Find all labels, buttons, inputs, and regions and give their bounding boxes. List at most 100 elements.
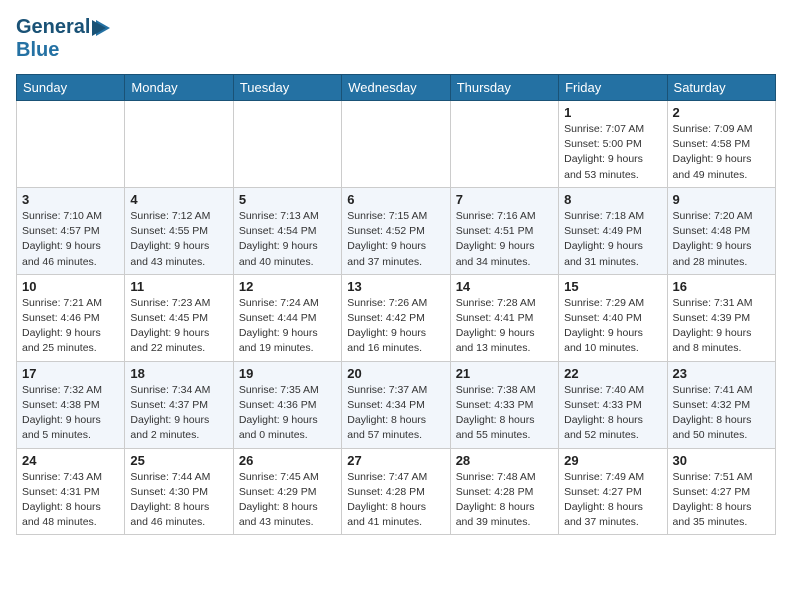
day-number: 2 bbox=[673, 105, 770, 120]
day-number: 27 bbox=[347, 453, 444, 468]
calendar-cell: 28Sunrise: 7:48 AMSunset: 4:28 PMDayligh… bbox=[450, 448, 558, 535]
day-info: Sunrise: 7:49 AMSunset: 4:27 PMDaylight:… bbox=[564, 470, 661, 531]
day-number: 14 bbox=[456, 279, 553, 294]
calendar-cell: 10 Sunrise: 7:21 AMSunset: 4:46 PMDayligh… bbox=[17, 274, 125, 361]
day-info: Sunrise: 7:47 AMSunset: 4:28 PMDaylight:… bbox=[347, 470, 444, 531]
calendar-header-friday: Friday bbox=[559, 75, 667, 101]
calendar-cell: 9 Sunrise: 7:20 AMSunset: 4:48 PMDaylight… bbox=[667, 187, 775, 274]
day-info: Sunrise: 7:43 AMSunset: 4:31 PMDaylight:… bbox=[22, 470, 119, 531]
day-info: Sunrise: 7:16 AMSunset: 4:51 PMDaylight:… bbox=[456, 209, 553, 270]
logo: General Blue bbox=[16, 16, 114, 62]
logo-text: General Blue bbox=[16, 16, 114, 62]
day-info: Sunrise: 7:21 AMSunset: 4:46 PMDaylight:… bbox=[22, 296, 119, 357]
day-info: Sunrise: 7:31 AMSunset: 4:39 PMDaylight:… bbox=[673, 296, 770, 357]
calendar-cell: 5Sunrise: 7:13 AMSunset: 4:54 PMDaylight… bbox=[233, 187, 341, 274]
calendar-cell: 24 Sunrise: 7:43 AMSunset: 4:31 PMDayligh… bbox=[17, 448, 125, 535]
calendar-header-row: SundayMondayTuesdayWednesdayThursdayFrid… bbox=[17, 75, 776, 101]
day-number: 9 bbox=[673, 192, 770, 207]
day-number: 21 bbox=[456, 366, 553, 381]
day-info: Sunrise: 7:28 AMSunset: 4:41 PMDaylight:… bbox=[456, 296, 553, 357]
day-info: Sunrise: 7:34 AMSunset: 4:37 PMDaylight:… bbox=[130, 383, 227, 444]
calendar-cell: 15Sunrise: 7:29 AMSunset: 4:40 PMDayligh… bbox=[559, 274, 667, 361]
day-number: 10 bbox=[22, 279, 119, 294]
day-number: 19 bbox=[239, 366, 336, 381]
calendar-cell: 2Sunrise: 7:09 AMSunset: 4:58 PMDaylight… bbox=[667, 101, 775, 188]
calendar-cell: 27 Sunrise: 7:47 AMSunset: 4:28 PMDayligh… bbox=[342, 448, 450, 535]
page: General Blue SundayMondayTuesdayWednesda… bbox=[0, 0, 792, 551]
day-info: Sunrise: 7:13 AMSunset: 4:54 PMDaylight:… bbox=[239, 209, 336, 270]
calendar-header-monday: Monday bbox=[125, 75, 233, 101]
day-info: Sunrise: 7:24 AMSunset: 4:44 PMDaylight:… bbox=[239, 296, 336, 357]
day-number: 11 bbox=[130, 279, 227, 294]
day-info: Sunrise: 7:45 AMSunset: 4:29 PMDaylight:… bbox=[239, 470, 336, 531]
day-info: Sunrise: 7:40 AMSunset: 4:33 PMDaylight:… bbox=[564, 383, 661, 444]
logo-arrow-icon bbox=[92, 20, 114, 36]
day-number: 3 bbox=[22, 192, 119, 207]
day-info: Sunrise: 7:41 AMSunset: 4:32 PMDaylight:… bbox=[673, 383, 770, 444]
day-info: Sunrise: 7:37 AMSunset: 4:34 PMDaylight:… bbox=[347, 383, 444, 444]
calendar-cell: 23 Sunrise: 7:41 AMSunset: 4:32 PMDayligh… bbox=[667, 361, 775, 448]
calendar-cell bbox=[17, 101, 125, 188]
day-info: Sunrise: 7:18 AMSunset: 4:49 PMDaylight:… bbox=[564, 209, 661, 270]
day-info: Sunrise: 7:51 AMSunset: 4:27 PMDaylight:… bbox=[673, 470, 770, 531]
day-info: Sunrise: 7:20 AMSunset: 4:48 PMDaylight:… bbox=[673, 209, 770, 270]
day-info: Sunrise: 7:15 AMSunset: 4:52 PMDaylight:… bbox=[347, 209, 444, 270]
calendar-cell: 6 Sunrise: 7:15 AMSunset: 4:52 PMDaylight… bbox=[342, 187, 450, 274]
day-info: Sunrise: 7:26 AMSunset: 4:42 PMDaylight:… bbox=[347, 296, 444, 357]
calendar-header-sunday: Sunday bbox=[17, 75, 125, 101]
day-number: 26 bbox=[239, 453, 336, 468]
day-number: 15 bbox=[564, 279, 661, 294]
day-number: 6 bbox=[347, 192, 444, 207]
calendar-cell: 21 Sunrise: 7:38 AMSunset: 4:33 PMDayligh… bbox=[450, 361, 558, 448]
day-number: 4 bbox=[130, 192, 227, 207]
calendar-cell: 26 Sunrise: 7:45 AMSunset: 4:29 PMDayligh… bbox=[233, 448, 341, 535]
day-number: 18 bbox=[130, 366, 227, 381]
calendar-cell: 7Sunrise: 7:16 AMSunset: 4:51 PMDaylight… bbox=[450, 187, 558, 274]
day-number: 24 bbox=[22, 453, 119, 468]
calendar-cell: 11 Sunrise: 7:23 AMSunset: 4:45 PMDayligh… bbox=[125, 274, 233, 361]
calendar-cell: 25Sunrise: 7:44 AMSunset: 4:30 PMDayligh… bbox=[125, 448, 233, 535]
header: General Blue bbox=[16, 16, 776, 62]
day-info: Sunrise: 7:35 AMSunset: 4:36 PMDaylight:… bbox=[239, 383, 336, 444]
day-info: Sunrise: 7:23 AMSunset: 4:45 PMDaylight:… bbox=[130, 296, 227, 357]
calendar-header-wednesday: Wednesday bbox=[342, 75, 450, 101]
calendar-cell: 1 Sunrise: 7:07 AMSunset: 5:00 PMDaylight… bbox=[559, 101, 667, 188]
calendar-cell: 3 Sunrise: 7:10 AMSunset: 4:57 PMDaylight… bbox=[17, 187, 125, 274]
day-number: 16 bbox=[673, 279, 770, 294]
day-number: 20 bbox=[347, 366, 444, 381]
day-info: Sunrise: 7:38 AMSunset: 4:33 PMDaylight:… bbox=[456, 383, 553, 444]
day-number: 23 bbox=[673, 366, 770, 381]
calendar-header-saturday: Saturday bbox=[667, 75, 775, 101]
calendar-week-row-3: 17Sunrise: 7:32 AMSunset: 4:38 PMDayligh… bbox=[17, 361, 776, 448]
calendar-cell bbox=[233, 101, 341, 188]
calendar-cell: 30Sunrise: 7:51 AMSunset: 4:27 PMDayligh… bbox=[667, 448, 775, 535]
calendar-week-row-4: 24 Sunrise: 7:43 AMSunset: 4:31 PMDayligh… bbox=[17, 448, 776, 535]
calendar-cell: 4Sunrise: 7:12 AMSunset: 4:55 PMDaylight… bbox=[125, 187, 233, 274]
day-info: Sunrise: 7:07 AMSunset: 5:00 PMDaylight:… bbox=[564, 122, 661, 183]
day-number: 13 bbox=[347, 279, 444, 294]
calendar-cell: 22 Sunrise: 7:40 AMSunset: 4:33 PMDayligh… bbox=[559, 361, 667, 448]
calendar-cell: 17Sunrise: 7:32 AMSunset: 4:38 PMDayligh… bbox=[17, 361, 125, 448]
calendar-cell: 19 Sunrise: 7:35 AMSunset: 4:36 PMDayligh… bbox=[233, 361, 341, 448]
calendar-header-thursday: Thursday bbox=[450, 75, 558, 101]
calendar-table: SundayMondayTuesdayWednesdayThursdayFrid… bbox=[16, 74, 776, 535]
day-info: Sunrise: 7:10 AMSunset: 4:57 PMDaylight:… bbox=[22, 209, 119, 270]
calendar-header-tuesday: Tuesday bbox=[233, 75, 341, 101]
day-number: 8 bbox=[564, 192, 661, 207]
calendar-week-row-0: 1 Sunrise: 7:07 AMSunset: 5:00 PMDaylight… bbox=[17, 101, 776, 188]
calendar-week-row-2: 10 Sunrise: 7:21 AMSunset: 4:46 PMDayligh… bbox=[17, 274, 776, 361]
calendar-cell: 29 Sunrise: 7:49 AMSunset: 4:27 PMDayligh… bbox=[559, 448, 667, 535]
calendar-cell: 16 Sunrise: 7:31 AMSunset: 4:39 PMDayligh… bbox=[667, 274, 775, 361]
calendar-cell: 12Sunrise: 7:24 AMSunset: 4:44 PMDayligh… bbox=[233, 274, 341, 361]
calendar-cell: 13 Sunrise: 7:26 AMSunset: 4:42 PMDayligh… bbox=[342, 274, 450, 361]
calendar-week-row-1: 3 Sunrise: 7:10 AMSunset: 4:57 PMDaylight… bbox=[17, 187, 776, 274]
day-info: Sunrise: 7:32 AMSunset: 4:38 PMDaylight:… bbox=[22, 383, 119, 444]
day-number: 29 bbox=[564, 453, 661, 468]
calendar-cell bbox=[450, 101, 558, 188]
day-info: Sunrise: 7:48 AMSunset: 4:28 PMDaylight:… bbox=[456, 470, 553, 531]
calendar-cell bbox=[342, 101, 450, 188]
day-number: 22 bbox=[564, 366, 661, 381]
day-number: 1 bbox=[564, 105, 661, 120]
calendar-cell: 20 Sunrise: 7:37 AMSunset: 4:34 PMDayligh… bbox=[342, 361, 450, 448]
calendar-cell: 14 Sunrise: 7:28 AMSunset: 4:41 PMDayligh… bbox=[450, 274, 558, 361]
